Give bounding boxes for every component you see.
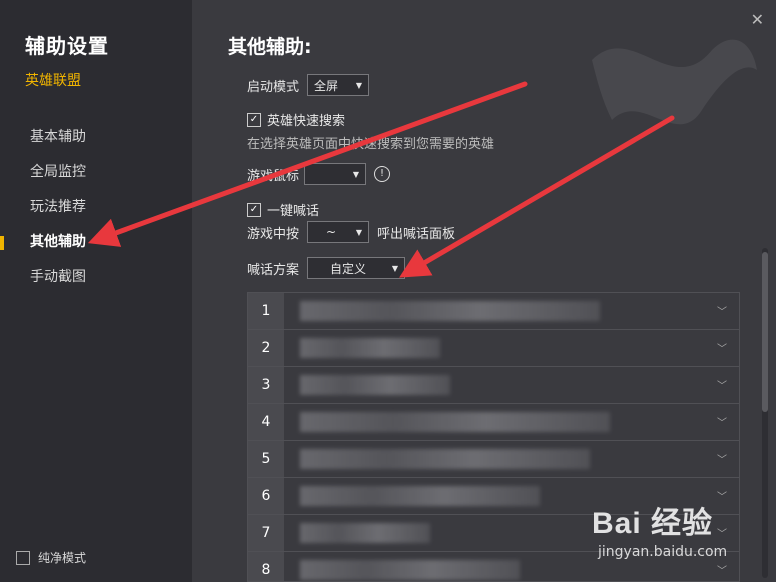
hero-search-desc: 在选择英雄页面中快速搜索到您需要的英雄 (247, 137, 495, 152)
scheme-value: 自定义 (330, 261, 367, 276)
pure-mode-toggle[interactable]: 纯净模式 (16, 549, 86, 566)
decorative-swirl (592, 39, 757, 125)
page-title: 其他辅助: (228, 36, 312, 58)
hotkey-select[interactable]: ~ ▼ (307, 221, 370, 243)
chevron-down-icon[interactable]: ﹀ (717, 340, 727, 355)
hotkey-suffix: 呼出喊话面板 (377, 226, 456, 242)
list-item[interactable]: 3 ﹀ (248, 367, 739, 404)
phrase-number: 1 (248, 293, 284, 329)
scrollbar-thumb[interactable] (762, 252, 768, 412)
phrase-text-blurred (300, 560, 520, 580)
launch-mode-select[interactable]: 全屏 ▼ (307, 74, 370, 96)
phrase-number: 7 (248, 515, 284, 551)
sidebar-item-play-recommend[interactable]: 玩法推荐 (0, 190, 192, 225)
chevron-down-icon: ▼ (355, 80, 363, 90)
sidebar-item-basic[interactable]: 基本辅助 (0, 120, 192, 155)
phrase-text-blurred (300, 486, 540, 506)
sidebar-item-screenshot[interactable]: 手动截图 (0, 260, 192, 295)
game-mouse-label: 游戏鼠标 (247, 168, 300, 184)
info-icon[interactable]: ! (374, 166, 391, 182)
phrase-text-blurred (300, 412, 610, 432)
game-mouse-select[interactable]: ▼ (304, 163, 367, 185)
hero-search-row: ✓ 英雄快速搜索 (247, 110, 345, 129)
hotkey-prefix: 游戏中按 (247, 226, 300, 242)
hero-search-checkbox[interactable]: ✓ (247, 112, 261, 127)
phrase-number: 3 (248, 367, 284, 403)
phrase-text-blurred (300, 301, 600, 321)
baidu-watermark: Bai 经验 jingyan.baidu.com (592, 498, 772, 578)
sidebar-item-other-assist[interactable]: 其他辅助 (0, 225, 192, 260)
phrase-number: 4 (248, 404, 284, 440)
scheme-row: 喊话方案 自定义 ▼ (247, 257, 406, 279)
list-item[interactable]: 2 ﹀ (248, 330, 739, 367)
phrase-number: 5 (248, 441, 284, 477)
close-icon[interactable]: ✕ (751, 10, 764, 29)
baidu-logo: Bai 经验 (592, 507, 714, 540)
chevron-down-icon[interactable]: ﹀ (717, 451, 727, 466)
game-name: 英雄联盟 (25, 73, 81, 89)
baidu-url: jingyan.baidu.com (598, 544, 728, 560)
phrase-text-blurred (300, 523, 430, 543)
phrase-text-blurred (300, 338, 440, 358)
launch-mode-value: 全屏 (314, 78, 339, 93)
phrase-number: 6 (248, 478, 284, 514)
one-key-shout-label: 一键喊话 (267, 204, 320, 219)
main-panel: ✕ 其他辅助: 启动模式 全屏 ▼ ✓ 英雄快速搜索 在选择英雄页面中快速搜索到… (192, 0, 776, 582)
launch-mode-label: 启动模式 (247, 79, 300, 95)
phrase-number: 2 (248, 330, 284, 366)
list-item[interactable]: 5 ﹀ (248, 441, 739, 478)
scheme-label: 喊话方案 (247, 262, 300, 278)
hotkey-value: ~ (326, 225, 337, 239)
chevron-down-icon[interactable]: ﹀ (717, 303, 727, 318)
pure-mode-label: 纯净模式 (38, 551, 87, 565)
hero-search-label: 英雄快速搜索 (267, 114, 346, 129)
list-item[interactable]: 1 ﹀ (248, 293, 739, 330)
scheme-select[interactable]: 自定义 ▼ (307, 257, 406, 279)
hotkey-row: 游戏中按 ~ ▼ 呼出喊话面板 (247, 221, 455, 243)
phrase-number: 8 (248, 552, 284, 581)
chevron-down-icon: ▼ (391, 263, 399, 273)
chevron-down-icon[interactable]: ﹀ (717, 414, 727, 429)
sidebar-nav: 基本辅助 全局监控 玩法推荐 其他辅助 手动截图 (0, 120, 192, 295)
pure-mode-checkbox[interactable] (16, 550, 30, 565)
chevron-down-icon[interactable]: ﹀ (717, 377, 727, 392)
phrase-text-blurred (300, 375, 450, 395)
chevron-down-icon: ▼ (355, 227, 363, 237)
one-key-shout-checkbox[interactable]: ✓ (247, 202, 261, 217)
game-mouse-row: 游戏鼠标 ▼ ! (247, 163, 391, 185)
sidebar-item-global-monitor[interactable]: 全局监控 (0, 155, 192, 190)
list-item[interactable]: 4 ﹀ (248, 404, 739, 441)
chevron-down-icon: ▼ (352, 169, 360, 179)
launch-mode-row: 启动模式 全屏 ▼ (247, 74, 370, 96)
sidebar-title: 辅助设置 (25, 34, 109, 58)
phrase-text-blurred (300, 449, 590, 469)
one-key-shout-row: ✓ 一键喊话 (247, 200, 319, 219)
sidebar: 辅助设置 英雄联盟 基本辅助 全局监控 玩法推荐 其他辅助 手动截图 纯净模式 (0, 0, 192, 582)
